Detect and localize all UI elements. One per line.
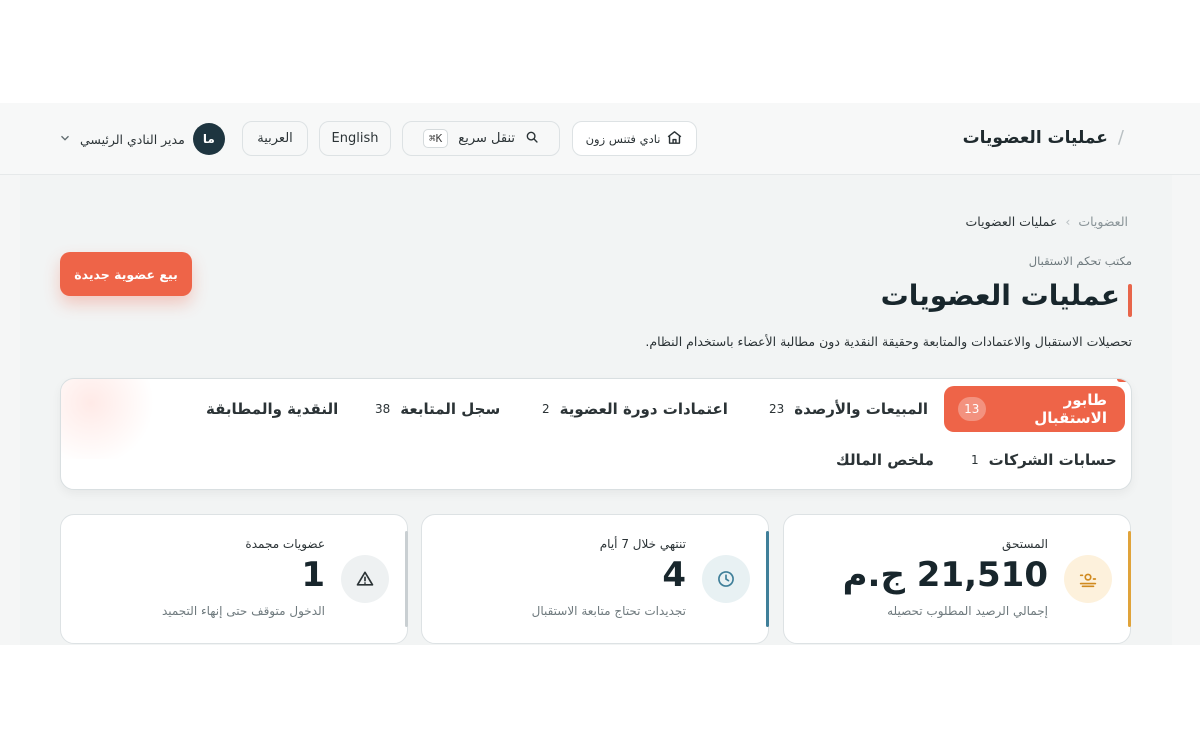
title-accent-bar: [1128, 284, 1132, 317]
card-label: عضويات مجمدة: [245, 537, 325, 551]
stat-card-frozen[interactable]: عضويات مجمدة 1 الدخول متوقف حتى إنهاء ال…: [60, 514, 408, 644]
tab-label: سجل المتابعة: [400, 400, 501, 418]
tab-label: اعتمادات دورة العضوية: [559, 400, 728, 418]
tabs-panel: طابور الاستقبال 13 المبيعات والأرصدة 23 …: [60, 378, 1132, 490]
heading-title: عمليات العضويات: [962, 127, 1108, 148]
heading-slash: /: [1117, 127, 1124, 148]
page-title: عمليات العضويات: [880, 279, 1120, 312]
warning-icon: [341, 555, 389, 603]
tab-reception-queue[interactable]: طابور الاستقبال 13: [944, 386, 1125, 432]
lang-arabic-button[interactable]: العربية: [242, 121, 308, 156]
card-accent: [766, 531, 769, 627]
breadcrumb-current: عمليات العضويات: [965, 214, 1058, 229]
stat-card-due[interactable]: المستحق 21,510 ج.م إجمالي الرصيد المطلوب…: [783, 514, 1131, 644]
card-label: تنتهي خلال 7 أيام: [599, 537, 686, 551]
tab-label: المبيعات والأرصدة: [794, 400, 929, 418]
tab-sales-balances[interactable]: المبيعات والأرصدة 23: [769, 386, 928, 432]
card-value: 1: [301, 555, 325, 595]
top-bar: / عمليات العضويات نادي فتنس زون تنقل سري…: [0, 103, 1200, 175]
home-icon: [666, 129, 683, 149]
club-selector[interactable]: نادي فتنس زون: [572, 121, 697, 156]
club-label: نادي فتنس زون: [585, 131, 661, 146]
card-label: المستحق: [1001, 537, 1048, 551]
tab-count: 13: [958, 397, 986, 421]
tab-count: 38: [375, 402, 391, 416]
tabs-decoration: [61, 379, 161, 459]
page-kicker: مكتب تحكم الاستقبال: [1028, 254, 1132, 268]
shortcut-hint: K⌘: [423, 129, 449, 148]
tab-count: 1: [971, 453, 979, 467]
tab-label: النقدية والمطابقة: [206, 400, 339, 418]
cash-icon: [1064, 555, 1112, 603]
tab-label: طابور الاستقبال: [1034, 391, 1107, 427]
card-value: 21,510 ج.م: [842, 555, 1048, 595]
avatar: ما: [192, 123, 225, 155]
sell-membership-button[interactable]: بيع عضوية جديدة: [60, 252, 192, 296]
tab-corporate-accounts[interactable]: حسابات الشركات 1: [971, 437, 1117, 483]
tab-lifecycle-approvals[interactable]: اعتمادات دورة العضوية 2: [542, 386, 728, 432]
quick-nav-label: تنقل سريع: [458, 131, 515, 146]
breadcrumb-root[interactable]: العضويات: [1078, 214, 1128, 229]
card-accent: [405, 531, 408, 627]
active-tab-indicator: [1117, 379, 1131, 382]
breadcrumb-separator: ›: [1065, 214, 1071, 229]
card-description: تجديدات تحتاج متابعة الاستقبال: [531, 604, 686, 618]
tab-label: حسابات الشركات: [988, 451, 1117, 469]
chevron-down-icon: [58, 130, 72, 149]
tab-follow-up-log[interactable]: سجل المتابعة 38: [375, 386, 500, 432]
search-icon: [525, 130, 539, 148]
stat-card-expiring[interactable]: تنتهي خلال 7 أيام 4 تجديدات تحتاج متابعة…: [421, 514, 769, 644]
tab-count: 23: [769, 402, 785, 416]
user-menu[interactable]: ما مدير النادي الرئيسي: [58, 123, 225, 155]
tab-label: ملخص المالك: [836, 451, 934, 469]
quick-nav-button[interactable]: تنقل سريع K⌘: [402, 121, 560, 156]
card-accent: [1128, 531, 1131, 627]
app-window: / عمليات العضويات نادي فتنس زون تنقل سري…: [0, 103, 1200, 645]
page-heading: / عمليات العضويات: [963, 127, 1124, 148]
card-description: إجمالي الرصيد المطلوب تحصيله: [887, 604, 1048, 618]
user-name: مدير النادي الرئيسي: [80, 131, 185, 147]
card-value: 4: [662, 555, 686, 595]
lang-english-button[interactable]: English: [319, 121, 391, 156]
page-subtitle: تحصيلات الاستقبال والاعتمادات والمتابعة …: [645, 334, 1132, 349]
tab-owner-summary[interactable]: ملخص المالك: [836, 437, 934, 483]
tab-cash-reconciliation[interactable]: النقدية والمطابقة: [206, 386, 338, 432]
clock-icon: [702, 555, 750, 603]
tab-count: 2: [542, 402, 550, 416]
card-description: الدخول متوقف حتى إنهاء التجميد: [161, 604, 325, 618]
breadcrumb: العضويات › عمليات العضويات: [966, 214, 1128, 229]
